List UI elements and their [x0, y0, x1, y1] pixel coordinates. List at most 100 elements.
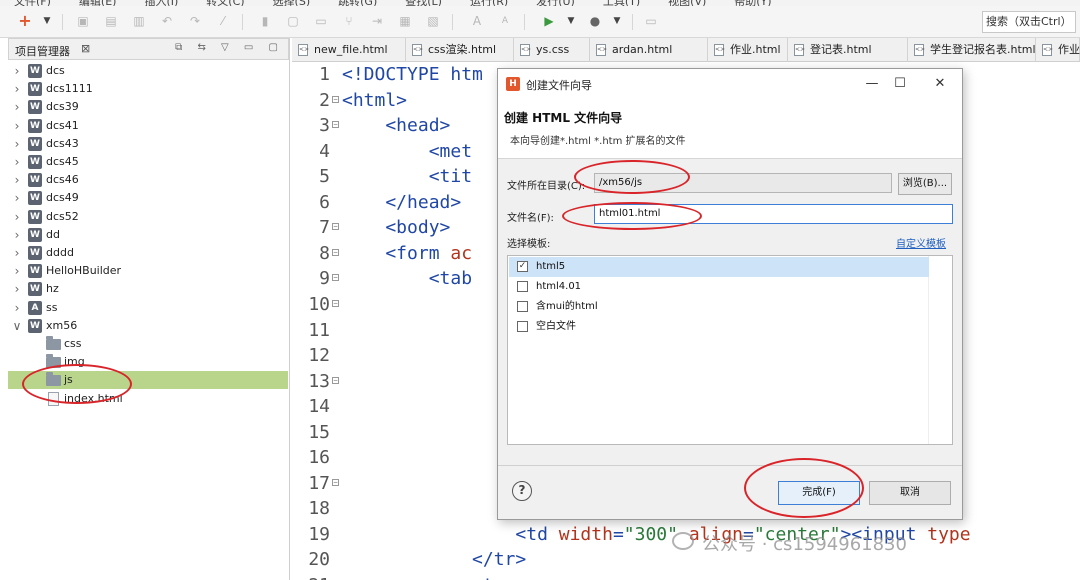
fold-toggle-icon[interactable]: −	[332, 248, 339, 256]
comment-icon[interactable]: ▭	[314, 14, 328, 28]
tree-item[interactable]: › Wdcs	[8, 62, 288, 80]
font-increase-icon[interactable]: A	[470, 14, 484, 28]
format-icon[interactable]: ⁄	[216, 14, 230, 28]
run-icon[interactable]: ▶	[542, 14, 556, 28]
font-decrease-icon[interactable]: A	[498, 14, 512, 28]
branch-icon[interactable]: ⑂	[342, 14, 356, 28]
checkbox-icon[interactable]	[517, 281, 528, 292]
undo-icon[interactable]: ↶	[160, 14, 174, 28]
code-line[interactable]: <!DOCTYPE htm	[342, 64, 483, 85]
cancel-button[interactable]: 取消	[869, 481, 951, 505]
history-icon[interactable]: ▧	[426, 14, 440, 28]
code-line[interactable]: <tit	[342, 166, 472, 187]
fold-toggle-icon[interactable]: −	[332, 274, 339, 282]
template-item[interactable]: html4.01	[509, 277, 929, 297]
editor-tab[interactable]: <> 登记表.html	[788, 38, 908, 62]
chevron-right-icon[interactable]: ›	[12, 299, 22, 317]
search-input[interactable]: 搜索（双击Ctrl）	[982, 11, 1076, 33]
browser-icon[interactable]: ●	[588, 14, 602, 28]
tree-item[interactable]: › Wdddd	[8, 244, 288, 262]
explorer-tools-icon[interactable]: ⧉ ⇆ ▽ ▭ ▢	[175, 42, 284, 53]
minimize-icon[interactable]: —	[858, 74, 886, 94]
preview-icon[interactable]: ▭	[644, 14, 658, 28]
fold-toggle-icon[interactable]: −	[332, 478, 339, 486]
custom-template-link[interactable]: 自定义模板	[896, 235, 946, 250]
save-icon[interactable]: ▣	[76, 14, 90, 28]
dialog-titlebar[interactable]: H 创建文件向导 — ☐ ✕	[498, 69, 962, 99]
help-icon[interactable]: ?	[512, 481, 532, 501]
chevron-right-icon[interactable]: ›	[12, 62, 22, 80]
browser-dropdown-icon[interactable]: ▼	[610, 14, 624, 28]
code-line[interactable]: </head>	[342, 192, 461, 213]
editor-tab[interactable]: <> css渲染.html	[406, 38, 514, 62]
merge-icon[interactable]: ⇥	[370, 14, 384, 28]
editor-tab[interactable]: <> ardan.html	[590, 38, 708, 62]
new-dropdown-icon[interactable]: ▼	[40, 14, 54, 28]
tree-item[interactable]: js	[8, 371, 288, 390]
tree-item[interactable]: css	[8, 335, 288, 353]
code-line[interactable]: <body>	[342, 217, 450, 238]
chevron-right-icon[interactable]: ›	[12, 262, 22, 280]
code-line[interactable]: <met	[342, 141, 472, 162]
checkbox-checked-icon[interactable]: ✓	[517, 261, 528, 272]
tree-item[interactable]: › Wdcs1111	[8, 80, 288, 98]
close-icon[interactable]: ✕	[926, 74, 954, 94]
code-line[interactable]: <tr>	[342, 575, 515, 580]
run-dropdown-icon[interactable]: ▼	[564, 14, 578, 28]
compare-icon[interactable]: ▦	[398, 14, 412, 28]
chevron-right-icon[interactable]: ›	[12, 171, 22, 189]
tree-item[interactable]: › Wdcs41	[8, 117, 288, 135]
directory-input[interactable]: /xm56/js	[594, 173, 892, 193]
fold-toggle-icon[interactable]: −	[332, 376, 339, 384]
chevron-right-icon[interactable]: ›	[12, 80, 22, 98]
fold-toggle-icon[interactable]: −	[332, 95, 339, 103]
checkbox-icon[interactable]	[517, 321, 528, 332]
chevron-right-icon[interactable]: ›	[12, 153, 22, 171]
filename-input[interactable]: html01.html	[594, 204, 953, 224]
tree-item[interactable]: › W HelloHBuilder	[8, 262, 288, 280]
code-line[interactable]: <head>	[342, 115, 450, 136]
fold-toggle-icon[interactable]: −	[332, 223, 339, 231]
editor-tab[interactable]: <> 作业	[1036, 38, 1080, 62]
checkbox-icon[interactable]	[517, 301, 528, 312]
chevron-right-icon[interactable]: ›	[12, 226, 22, 244]
tree-item[interactable]: › Wdcs46	[8, 171, 288, 189]
close-file-icon[interactable]: ▥	[132, 14, 146, 28]
close-icon[interactable]: ⊠	[81, 42, 90, 55]
chevron-right-icon[interactable]: ›	[12, 244, 22, 262]
editor-tab[interactable]: <> ys.css	[514, 38, 590, 62]
code-line[interactable]: </tr>	[342, 549, 526, 570]
tree-item[interactable]: ∨ Wxm56	[8, 317, 288, 335]
tree-item[interactable]: › Wdcs49	[8, 189, 288, 207]
tree-item[interactable]: › Wdcs39	[8, 98, 288, 116]
editor-tab[interactable]: <> 作业.html	[708, 38, 788, 62]
editor-tab[interactable]: <> new_file.html	[292, 38, 406, 62]
template-item[interactable]: 含mui的html	[509, 297, 929, 317]
finish-button[interactable]: 完成(F)	[778, 481, 860, 505]
chevron-right-icon[interactable]: ›	[12, 189, 22, 207]
tree-item[interactable]: › Ass	[8, 299, 288, 317]
tree-item[interactable]: img	[8, 353, 288, 371]
chevron-right-icon[interactable]: ›	[12, 135, 22, 153]
bookmark-icon[interactable]: ▮	[258, 14, 272, 28]
fold-toggle-icon[interactable]: −	[332, 299, 339, 307]
new-icon[interactable]: +	[18, 13, 32, 29]
tree-item[interactable]: index.html	[8, 390, 288, 408]
browse-button[interactable]: 浏览(B)...	[898, 173, 952, 195]
tree-item[interactable]: › Wdd	[8, 226, 288, 244]
chevron-right-icon[interactable]: ›	[12, 208, 22, 226]
redo-icon[interactable]: ↷	[188, 14, 202, 28]
chevron-right-icon[interactable]: ›	[12, 117, 22, 135]
code-line[interactable]: <html>	[342, 90, 407, 111]
fold-toggle-icon[interactable]: −	[332, 121, 339, 129]
tree-item[interactable]: › Wdcs45	[8, 153, 288, 171]
chevron-down-icon[interactable]: ∨	[12, 317, 22, 335]
template-list-scrollbar[interactable]	[928, 256, 952, 444]
tree-item[interactable]: › Wdcs43	[8, 135, 288, 153]
maximize-icon[interactable]: ☐	[886, 74, 914, 94]
open-file-icon[interactable]: ▢	[286, 14, 300, 28]
template-item[interactable]: 空白文件	[509, 317, 929, 337]
tree-item[interactable]: › Wdcs52	[8, 208, 288, 226]
chevron-right-icon[interactable]: ›	[12, 98, 22, 116]
editor-tab[interactable]: <> 学生登记报名表.html	[908, 38, 1036, 62]
